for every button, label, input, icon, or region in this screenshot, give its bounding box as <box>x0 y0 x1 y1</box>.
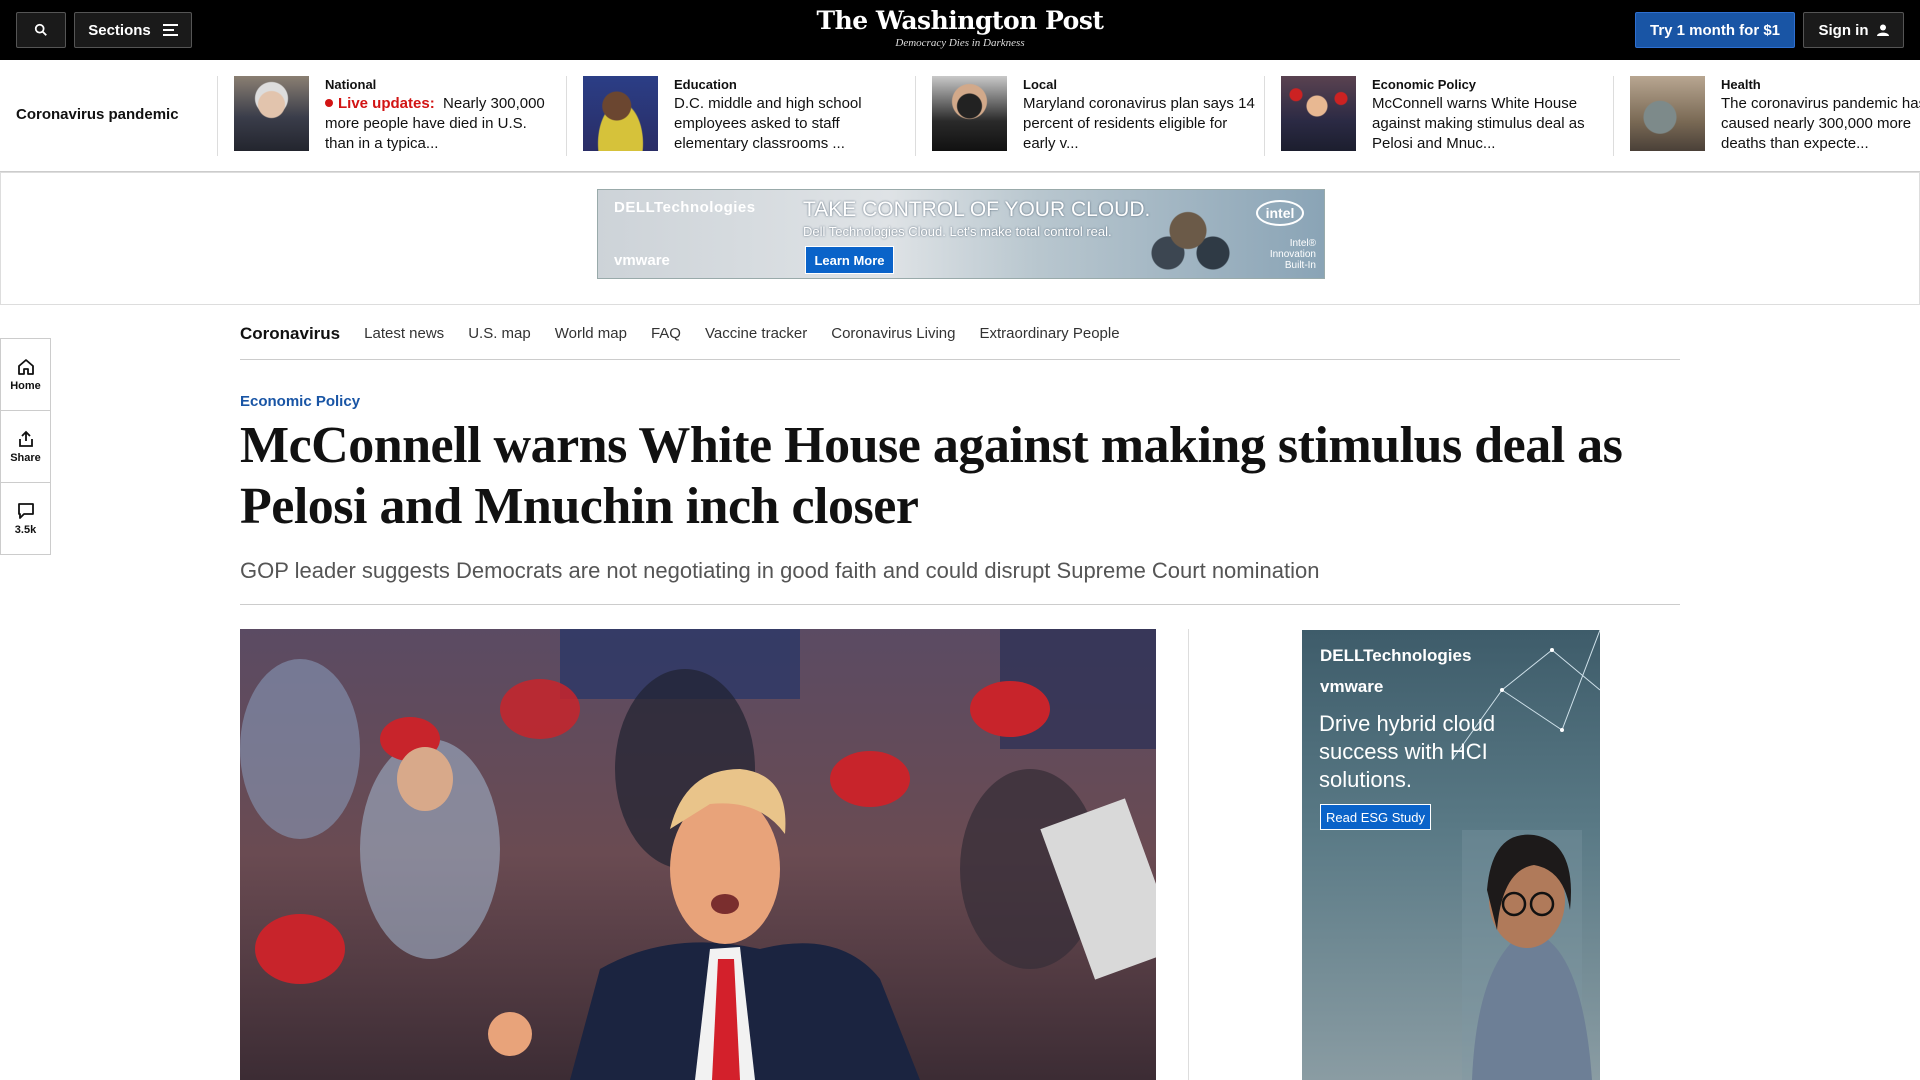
strip-item[interactable]: Health The coronavirus pandemic has caus… <box>1613 76 1920 156</box>
subnav-link-coronavirus-living[interactable]: Coronavirus Living <box>831 325 955 342</box>
subnav-link-extraordinary-people[interactable]: Extraordinary People <box>979 325 1119 342</box>
hamburger-menu-icon <box>162 24 178 36</box>
strip-item[interactable]: National Live updates: Nearly 300,000 mo… <box>217 76 566 156</box>
sign-in-button[interactable]: Sign in <box>1803 12 1904 48</box>
strip-kicker[interactable]: Economic Policy <box>1372 77 1604 92</box>
subscribe-button[interactable]: Try 1 month for $1 <box>1635 12 1795 48</box>
sidebar-ad[interactable]: DELLTechnologies vmware Drive hybrid clo… <box>1302 630 1600 1080</box>
site-logo[interactable]: The Washington Post Democracy Dies in Da… <box>760 6 1160 49</box>
coronavirus-subnav: Coronavirus Latest news U.S. map World m… <box>240 308 1680 360</box>
top-navigation-bar: Sections The Washington Post Democracy D… <box>0 0 1920 60</box>
logo-title: The Washington Post <box>816 6 1104 35</box>
subnav-link-world-map[interactable]: World map <box>555 325 627 342</box>
subnav-link-latest-news[interactable]: Latest news <box>364 325 444 342</box>
share-rail: Home Share 3.5k <box>0 338 51 555</box>
user-icon <box>1876 24 1889 36</box>
search-icon <box>34 23 47 36</box>
ad-image <box>1138 190 1238 278</box>
subnav-link-faq[interactable]: FAQ <box>651 325 681 342</box>
strip-thumbnail[interactable] <box>932 76 1007 151</box>
ad-learn-more-button[interactable]: Learn More <box>805 246 894 274</box>
sign-in-label: Sign in <box>1818 21 1869 39</box>
sidebar-ad-brand: DELLTechnologies <box>1320 646 1472 665</box>
intel-logo: intel <box>1256 200 1304 226</box>
article-dek: GOP leader suggests Democrats are not ne… <box>240 558 1320 583</box>
strip-kicker[interactable]: National <box>325 77 557 92</box>
live-dot-icon <box>325 99 333 107</box>
logo-tagline: Democracy Dies in Darkness <box>895 37 1025 49</box>
strip-item[interactable]: Local Maryland coronavirus plan says 14 … <box>915 76 1264 156</box>
strip-headline[interactable]: D.C. middle and high school employees as… <box>674 94 906 154</box>
ad-headline: TAKE CONTROL OF YOUR CLOUD. <box>803 198 1151 221</box>
leaderboard-ad[interactable]: DELLTechnologies vmware TAKE CONTROL OF … <box>597 189 1325 279</box>
strip-headline[interactable]: The coronavirus pandemic has caused near… <box>1721 94 1920 154</box>
read-esg-study-button[interactable]: Read ESG Study <box>1320 804 1431 830</box>
lead-photo[interactable] <box>240 629 1156 1080</box>
strip-label[interactable]: Coronavirus pandemic <box>16 106 179 123</box>
share-label: Share <box>10 451 41 464</box>
sections-button[interactable]: Sections <box>74 12 192 48</box>
home-button[interactable]: Home <box>1 339 50 411</box>
search-button[interactable] <box>16 12 66 48</box>
sidebar-ad-headline: Drive hybrid cloud success with HCI solu… <box>1319 711 1496 792</box>
home-label: Home <box>10 379 41 392</box>
ad-band: DELLTechnologies vmware TAKE CONTROL OF … <box>0 172 1920 305</box>
comment-icon <box>17 503 34 519</box>
strip-kicker[interactable]: Education <box>674 77 906 92</box>
article-kicker[interactable]: Economic Policy <box>240 393 360 410</box>
sidebar-ad-partner: vmware <box>1320 677 1384 696</box>
comments-count: 3.5k <box>14 524 37 536</box>
comments-button[interactable]: 3.5k <box>1 483 50 555</box>
ad-partner: vmware <box>614 252 670 269</box>
strip-thumbnail[interactable] <box>1630 76 1705 151</box>
ad-brand: DELLTechnologies <box>614 199 756 216</box>
subnav-title[interactable]: Coronavirus <box>240 324 340 344</box>
coronavirus-headline-strip: Coronavirus pandemic National Live updat… <box>0 60 1920 172</box>
divider <box>240 604 1680 605</box>
strip-item[interactable]: Education D.C. middle and high school em… <box>566 76 915 156</box>
home-icon <box>17 358 34 375</box>
live-updates-label: Live updates: <box>338 95 435 112</box>
sections-label: Sections <box>88 21 151 39</box>
strip-kicker[interactable]: Local <box>1023 77 1255 92</box>
column-divider <box>1188 629 1189 1080</box>
article-headline: McConnell warns White House against maki… <box>240 417 1623 535</box>
strip-thumbnail[interactable] <box>1281 76 1356 151</box>
intel-tagline: Intel® Innovation Built-In <box>1269 238 1316 271</box>
ad-network-graphic <box>1451 630 1600 1080</box>
ad-subline: Dell Technologies Cloud. Let's make tota… <box>803 224 1112 239</box>
share-icon <box>18 430 33 447</box>
strip-headline[interactable]: Maryland coronavirus plan says 14 percen… <box>1023 94 1255 154</box>
subnav-link-us-map[interactable]: U.S. map <box>468 325 531 342</box>
subnav-link-vaccine-tracker[interactable]: Vaccine tracker <box>705 325 807 342</box>
strip-thumbnail[interactable] <box>583 76 658 151</box>
strip-headline[interactable]: McConnell warns White House against maki… <box>1372 94 1604 154</box>
strip-item[interactable]: Economic Policy McConnell warns White Ho… <box>1264 76 1613 156</box>
lead-photo-image <box>240 629 1156 1080</box>
strip-thumbnail[interactable] <box>234 76 309 151</box>
share-button[interactable]: Share <box>1 411 50 483</box>
strip-kicker[interactable]: Health <box>1721 77 1920 92</box>
strip-headline[interactable]: Live updates: Nearly 300,000 more people… <box>325 94 557 154</box>
